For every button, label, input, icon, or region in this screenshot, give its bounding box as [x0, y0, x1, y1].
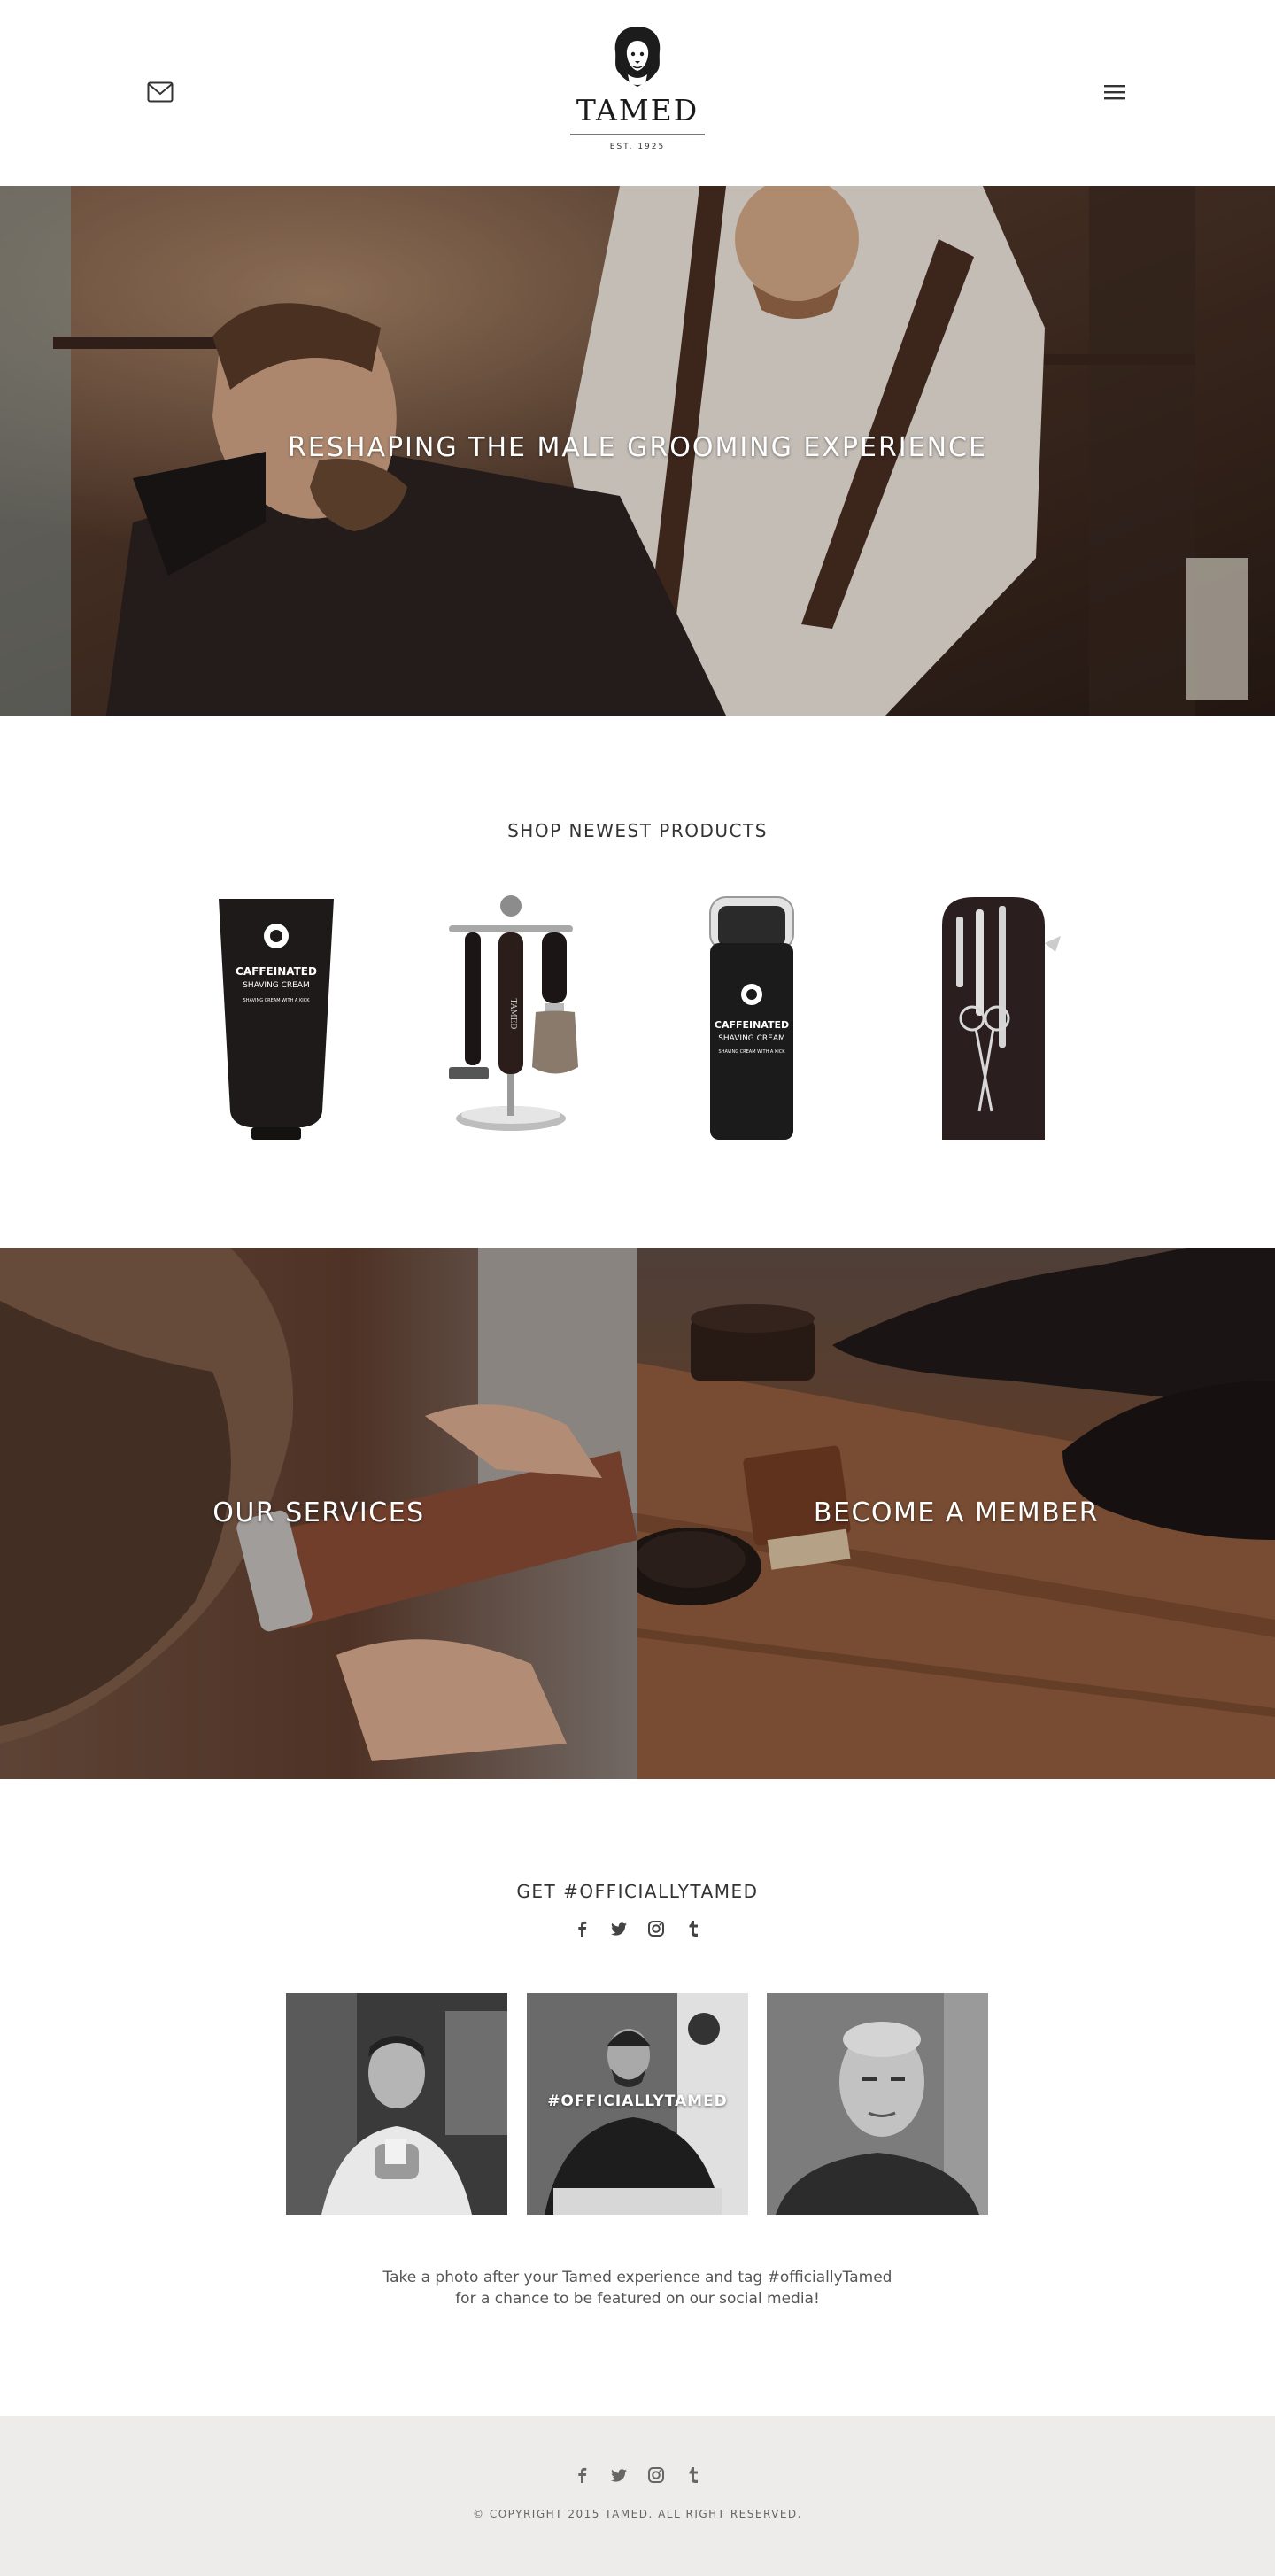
instagram-icon[interactable]: [647, 2466, 665, 2484]
become-member-tile[interactable]: BECOME A MEMBER: [638, 1248, 1275, 1779]
customer-photo-3: [767, 1993, 988, 2215]
social-caption: Take a photo after your Tamed experience…: [0, 2267, 1275, 2309]
product-label-line1: CAFFEINATED: [236, 965, 317, 978]
twitter-icon[interactable]: [610, 1920, 628, 1938]
social-photo[interactable]: #OFFICIALLYTAMED: [527, 1993, 748, 2215]
site-logo[interactable]: TAMED EST. 1925: [567, 25, 708, 163]
product-card[interactable]: TAMED: [422, 890, 599, 1147]
envelope-icon[interactable]: [147, 81, 174, 103]
become-member-label: BECOME A MEMBER: [813, 1497, 1100, 1528]
our-services-tile[interactable]: OUR SERVICES: [0, 1248, 638, 1779]
tumblr-icon[interactable]: [684, 1920, 702, 1938]
product-card[interactable]: CAFFEINATED SHAVING CREAM SHAVING CREAM …: [663, 890, 840, 1147]
shaving-cream-tube-image: CAFFEINATED SHAVING CREAM SHAVING CREAM …: [219, 899, 334, 1140]
social-photo[interactable]: [767, 1993, 988, 2215]
product-card[interactable]: [903, 890, 1080, 1147]
logo-divider: [570, 134, 705, 135]
social-links: [0, 1920, 1275, 1941]
photo-hashtag-overlay: #OFFICIALLYTAMED: [547, 2093, 728, 2110]
stand-brand-text: TAMED: [508, 998, 517, 1029]
twitter-icon[interactable]: [610, 2466, 628, 2484]
tumblr-icon[interactable]: [684, 2466, 702, 2484]
logo-established: EST. 1925: [609, 143, 666, 151]
customer-photo-1: [286, 1993, 507, 2215]
shaving-cream-pump-image: CAFFEINATED SHAVING CREAM SHAVING CREAM …: [709, 896, 794, 1140]
hamburger-menu-icon[interactable]: [1102, 82, 1127, 102]
shop-section-title: SHOP NEWEST PRODUCTS: [507, 820, 768, 841]
social-caption-line1: Take a photo after your Tamed experience…: [382, 2269, 892, 2286]
copyright-text: © COPYRIGHT 2015 TAMED. ALL RIGHT RESERV…: [473, 2508, 802, 2520]
grooming-kit-image: [942, 897, 1061, 1140]
social-section-title: GET #OFFICIALLYTAMED: [516, 1881, 759, 1902]
our-services-label: OUR SERVICES: [212, 1497, 425, 1528]
product-label-line2: SHAVING CREAM: [243, 981, 310, 990]
footer-social-links: [0, 2466, 1275, 2487]
lion-logo-icon: [614, 27, 661, 87]
hero-title: RESHAPING THE MALE GROOMING EXPERIENCE: [288, 432, 987, 463]
facebook-icon[interactable]: [573, 2466, 591, 2484]
facebook-icon[interactable]: [573, 1920, 591, 1938]
product-card[interactable]: CAFFEINATED SHAVING CREAM SHAVING CREAM …: [188, 890, 365, 1147]
logo-wordmark: TAMED: [576, 93, 699, 128]
instagram-icon[interactable]: [647, 1920, 665, 1938]
social-caption-line2: for a chance to be featured on our socia…: [455, 2290, 820, 2308]
product-label-line1: CAFFEINATED: [715, 1019, 789, 1031]
site-header: TAMED EST. 1925: [0, 0, 1275, 186]
product-label-line3: SHAVING CREAM WITH A KICK: [719, 1049, 786, 1055]
razor-brush-stand-image: TAMED: [449, 895, 578, 1131]
product-label-line2: SHAVING CREAM: [718, 1034, 785, 1043]
product-label-line3: SHAVING CREAM WITH A KICK: [243, 998, 311, 1003]
hero-banner: RESHAPING THE MALE GROOMING EXPERIENCE: [0, 186, 1275, 716]
site-footer: [0, 2416, 1275, 2576]
social-photo[interactable]: [286, 1993, 507, 2215]
